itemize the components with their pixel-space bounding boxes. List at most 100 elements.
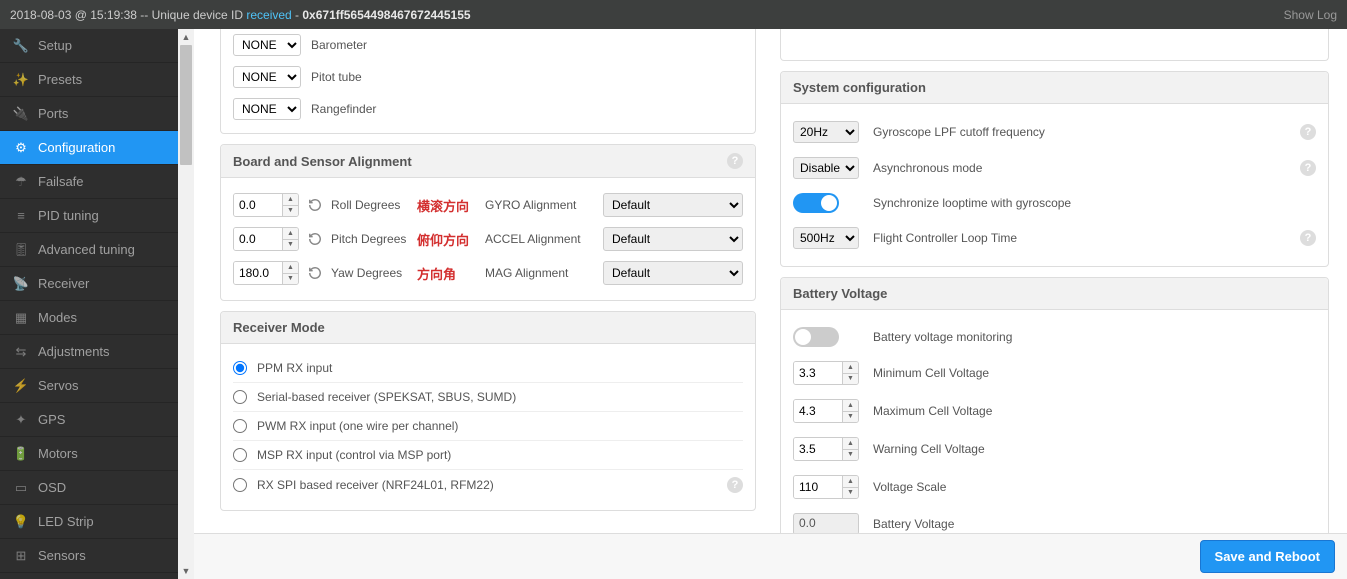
sensor-select[interactable]: NONE [233, 66, 301, 88]
async-mode-select[interactable]: Disable [793, 157, 859, 179]
voltage-scale-input[interactable]: ▲▼ [793, 475, 859, 499]
bulb-icon: 💡 [14, 515, 28, 529]
help-icon[interactable]: ? [1300, 160, 1316, 176]
receiver-radio[interactable] [233, 478, 247, 492]
sidebar-item-label: OSD [38, 480, 66, 495]
alignment-title: Board and Sensor Alignment [233, 154, 412, 169]
receiver-radio[interactable] [233, 390, 247, 404]
top-bar: 2018-08-03 @ 15:19:38 -- Unique device I… [0, 0, 1347, 29]
sidebar-item-ports[interactable]: 🔌Ports [0, 97, 178, 131]
battery-title: Battery Voltage [793, 286, 887, 301]
sidebar-scrollbar[interactable]: ▲ ▼ [178, 29, 194, 579]
sidebar-item-adjustments[interactable]: ⇆ Adjustments [0, 335, 178, 369]
battery-monitor-toggle[interactable] [793, 327, 839, 347]
sensor-select[interactable]: NONE [233, 34, 301, 56]
sidebar-item-label: Failsafe [38, 174, 84, 189]
min-cell-voltage-input[interactable]: ▲▼ [793, 361, 859, 385]
align-select[interactable]: Default [603, 227, 743, 251]
sidebar-item-osd[interactable]: ▭ OSD [0, 471, 178, 505]
receiver-radio[interactable] [233, 448, 247, 462]
system-config-panel: System configuration 20Hz Gyroscope LPF … [780, 71, 1329, 267]
sidebar-item-configuration[interactable]: ⚙Configuration [0, 131, 178, 165]
sidebar-item-label: Presets [38, 72, 82, 87]
sidebar-item-presets[interactable]: ✨Presets [0, 63, 178, 97]
axis-annotation: 横滚方向 [417, 196, 477, 215]
sync-looptime-toggle[interactable] [793, 193, 839, 213]
sliders-h-icon: ⇆ [14, 345, 28, 359]
sidebar-item-label: Sensors [38, 548, 86, 563]
sensor-label: Rangefinder [311, 102, 376, 116]
sidebar-item-failsafe[interactable]: ☂Failsafe [0, 165, 178, 199]
sidebar-item-label: Configuration [38, 140, 115, 155]
sidebar-item-tethered-logging[interactable]: ≣Tethered Logging [0, 573, 178, 579]
sidebar-item-label: LED Strip [38, 514, 94, 529]
scroll-up-arrow[interactable]: ▲ [178, 29, 194, 45]
align-select[interactable]: Default [603, 193, 743, 217]
scroll-down-arrow[interactable]: ▼ [178, 563, 194, 579]
axis-label: Yaw Degrees [331, 266, 409, 280]
voltage-scale-label: Voltage Scale [873, 480, 1316, 494]
battery-monitor-label: Battery voltage monitoring [873, 330, 1316, 344]
battery-voltage-readout: 0.0 [793, 513, 859, 535]
sensor-label: Pitot tube [311, 70, 362, 84]
sidebar-item-label: Advanced tuning [38, 242, 135, 257]
axis-label: Pitch Degrees [331, 232, 409, 246]
loop-time-select[interactable]: 500Hz [793, 227, 859, 249]
warn-cell-voltage-input[interactable]: ▲▼ [793, 437, 859, 461]
sidebar-item-setup[interactable]: 🔧Setup [0, 29, 178, 63]
help-icon[interactable]: ? [1300, 230, 1316, 246]
sidebar-item-modes[interactable]: ▦Modes [0, 301, 178, 335]
tune-icon: 🎚 [14, 243, 28, 257]
align-type-label: MAG Alignment [485, 266, 595, 280]
align-type-label: ACCEL Alignment [485, 232, 595, 246]
sidebar-item-label: Ports [38, 106, 68, 121]
roll-degrees-input[interactable]: ▲▼ [233, 193, 299, 217]
receiver-mode-panel: Receiver Mode PPM RX inputSerial-based r… [220, 311, 756, 511]
motor-icon: 🔋 [14, 447, 28, 461]
async-mode-label: Asynchronous mode [873, 161, 1286, 175]
sliders-icon: ≡ [14, 209, 28, 223]
received-link[interactable]: received [246, 8, 291, 22]
battery-voltage-panel: Battery Voltage Battery voltage monitori… [780, 277, 1329, 553]
yaw-degrees-input[interactable]: ▲▼ [233, 261, 299, 285]
min-cell-voltage-label: Minimum Cell Voltage [873, 366, 1316, 380]
sidebar: 🔧Setup✨Presets🔌Ports⚙Configuration☂Fails… [0, 29, 178, 579]
sidebar-item-gps[interactable]: ✦GPS [0, 403, 178, 437]
scroll-thumb[interactable] [180, 45, 192, 165]
sidebar-item-label: Adjustments [38, 344, 110, 359]
sensor-select[interactable]: NONE [233, 98, 301, 120]
max-cell-voltage-input[interactable]: ▲▼ [793, 399, 859, 423]
sidebar-item-receiver[interactable]: 📡Receiver [0, 267, 178, 301]
help-icon[interactable]: ? [1300, 124, 1316, 140]
sidebar-item-pid-tuning[interactable]: ≡PID tuning [0, 199, 178, 233]
servo-icon: ⚡ [14, 379, 28, 393]
sidebar-item-led-strip[interactable]: 💡 LED Strip [0, 505, 178, 539]
footer-bar: Save and Reboot [194, 533, 1347, 579]
rotate-icon [307, 231, 323, 247]
receiver-radio[interactable] [233, 419, 247, 433]
align-select[interactable]: Default [603, 261, 743, 285]
help-icon[interactable]: ? [727, 477, 743, 493]
pitch-degrees-input[interactable]: ▲▼ [233, 227, 299, 251]
save-and-reboot-button[interactable]: Save and Reboot [1200, 540, 1335, 573]
sidebar-item-label: Setup [38, 38, 72, 53]
receiver-title: Receiver Mode [233, 320, 325, 335]
sidebar-item-advanced-tuning[interactable]: 🎚 Advanced tuning [0, 233, 178, 267]
battery-voltage-label: Battery Voltage [873, 517, 1316, 531]
align-type-label: GYRO Alignment [485, 198, 595, 212]
gyro-lpf-select[interactable]: 20Hz [793, 121, 859, 143]
status-text: 2018-08-03 @ 15:19:38 -- Unique device I… [10, 8, 471, 22]
sidebar-item-servos[interactable]: ⚡Servos [0, 369, 178, 403]
show-log-button[interactable]: Show Log [1284, 8, 1337, 22]
sensors-panel-partial: NONEBarometerNONEPitot tubeNONERangefind… [220, 29, 756, 134]
sidebar-item-label: Modes [38, 310, 77, 325]
sidebar-item-label: Motors [38, 446, 78, 461]
max-cell-voltage-label: Maximum Cell Voltage [873, 404, 1316, 418]
receiver-radio[interactable] [233, 361, 247, 375]
help-icon[interactable]: ? [727, 153, 743, 169]
alignment-panel: Board and Sensor Alignment ? ▲▼ Roll Deg… [220, 144, 756, 301]
display-icon: ▭ [14, 481, 28, 495]
sidebar-item-sensors[interactable]: ⊞Sensors [0, 539, 178, 573]
sidebar-item-motors[interactable]: 🔋 Motors [0, 437, 178, 471]
esc-panel-partial: 1000 [780, 29, 1329, 61]
